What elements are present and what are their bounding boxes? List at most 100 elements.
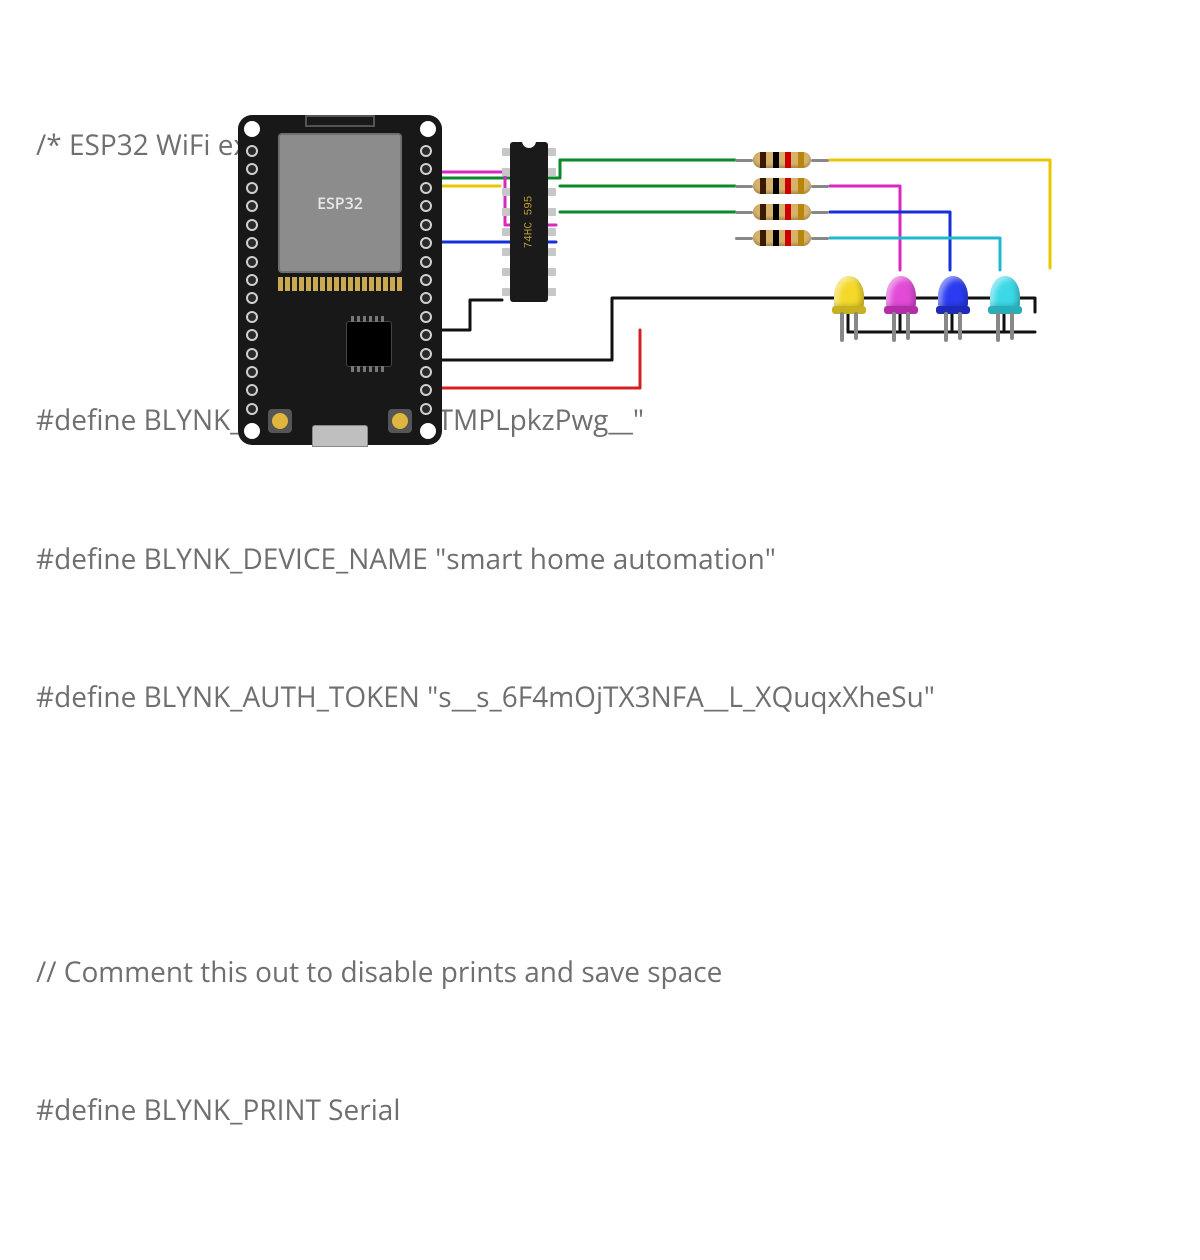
resistor-lead[interactable] xyxy=(811,237,829,240)
led-flange xyxy=(936,306,970,314)
code-line: #define BLYNK_TEMPLATE_ID "TMPLpkzPwg__" xyxy=(36,397,1164,443)
code-blank xyxy=(36,812,1164,856)
dip-pins-right[interactable] xyxy=(548,148,556,296)
resistor-lead[interactable] xyxy=(735,159,753,162)
ic-pin[interactable] xyxy=(502,188,510,196)
ic-pin[interactable] xyxy=(502,208,510,216)
ic-pin[interactable] xyxy=(502,148,510,156)
led-cathode[interactable] xyxy=(1010,312,1014,340)
micro-usb-port[interactable] xyxy=(312,425,368,447)
pin[interactable] xyxy=(246,182,258,194)
pin[interactable] xyxy=(420,237,432,249)
resistor-lead[interactable] xyxy=(811,159,829,162)
code-blank xyxy=(36,1225,1164,1260)
resistor-body xyxy=(753,178,811,194)
code-line: #define BLYNK_AUTH_TOKEN "s__s_6F4mOjTX3… xyxy=(36,674,1164,720)
resistor-lead[interactable] xyxy=(735,237,753,240)
ic-pin[interactable] xyxy=(502,268,510,276)
pin-header-right[interactable] xyxy=(420,145,434,415)
led-anode[interactable] xyxy=(840,312,844,342)
pin[interactable] xyxy=(246,163,258,175)
pin[interactable] xyxy=(420,256,432,268)
pin[interactable] xyxy=(246,329,258,341)
pin[interactable] xyxy=(246,292,258,304)
mounting-hole xyxy=(244,423,260,439)
resistor-lead[interactable] xyxy=(735,211,753,214)
code-line: #define BLYNK_PRINT Serial xyxy=(36,1087,1164,1133)
resistor-lead[interactable] xyxy=(811,185,829,188)
ic-pin[interactable] xyxy=(548,248,556,256)
shift-register-74hc595[interactable]: 74HC 595 xyxy=(510,142,548,302)
ic-pin[interactable] xyxy=(548,148,556,156)
code-line: /* ESP32 WiFi example */ xyxy=(36,122,1164,168)
resistor[interactable] xyxy=(735,228,829,248)
resistor-body xyxy=(753,152,811,168)
resistor-lead[interactable] xyxy=(811,211,829,214)
ic-label: 74HC 595 xyxy=(523,196,535,249)
pin[interactable] xyxy=(420,163,432,175)
pin[interactable] xyxy=(420,329,432,341)
pin[interactable] xyxy=(246,366,258,378)
pin[interactable] xyxy=(420,348,432,360)
led-cathode[interactable] xyxy=(906,312,910,340)
ic-pin[interactable] xyxy=(548,208,556,216)
pin[interactable] xyxy=(420,384,432,396)
pin[interactable] xyxy=(246,219,258,231)
pin[interactable] xyxy=(246,403,258,415)
pin[interactable] xyxy=(420,145,432,157)
resistor-lead[interactable] xyxy=(735,185,753,188)
ic-pin[interactable] xyxy=(502,288,510,296)
pin[interactable] xyxy=(246,311,258,323)
esp32-board[interactable]: ESP32 xyxy=(238,115,442,445)
mounting-hole xyxy=(420,423,436,439)
ic-pin[interactable] xyxy=(502,248,510,256)
pin[interactable] xyxy=(420,292,432,304)
resistor[interactable] xyxy=(735,202,829,222)
pin[interactable] xyxy=(246,256,258,268)
code-snippet: /* ESP32 WiFi example */ #define BLYNK_T… xyxy=(36,30,1164,1260)
pin[interactable] xyxy=(246,145,258,157)
dip-pins-left[interactable] xyxy=(502,148,510,296)
mounting-hole xyxy=(420,121,436,137)
led-anode[interactable] xyxy=(996,312,1000,342)
led-bulb xyxy=(990,276,1020,310)
led[interactable] xyxy=(936,276,970,328)
pin[interactable] xyxy=(420,200,432,212)
ic-pin[interactable] xyxy=(502,168,510,176)
pin[interactable] xyxy=(420,182,432,194)
led-anode[interactable] xyxy=(944,312,948,342)
ic-pin[interactable] xyxy=(548,168,556,176)
pin[interactable] xyxy=(420,219,432,231)
pin[interactable] xyxy=(246,384,258,396)
resistor[interactable] xyxy=(735,150,829,170)
pin[interactable] xyxy=(246,200,258,212)
pin[interactable] xyxy=(246,274,258,286)
antenna-icon xyxy=(305,115,375,127)
ic-pin[interactable] xyxy=(548,188,556,196)
ic-pin[interactable] xyxy=(548,288,556,296)
pin[interactable] xyxy=(420,366,432,378)
esp32-module: ESP32 xyxy=(278,133,402,273)
led-bulb xyxy=(886,276,916,310)
led[interactable] xyxy=(988,276,1022,328)
led-anode[interactable] xyxy=(892,312,896,342)
resistor[interactable] xyxy=(735,176,829,196)
led-cathode[interactable] xyxy=(854,312,858,340)
led[interactable] xyxy=(884,276,918,328)
en-button[interactable] xyxy=(268,409,292,433)
led-cathode[interactable] xyxy=(958,312,962,340)
led-flange xyxy=(884,306,918,314)
led[interactable] xyxy=(832,276,866,328)
ic-pin[interactable] xyxy=(502,228,510,236)
pin[interactable] xyxy=(420,274,432,286)
resistor-body xyxy=(753,230,811,246)
ic-pin[interactable] xyxy=(548,228,556,236)
pin[interactable] xyxy=(420,403,432,415)
ic-pin[interactable] xyxy=(548,268,556,276)
boot-button[interactable] xyxy=(388,409,412,433)
pin[interactable] xyxy=(246,237,258,249)
pin[interactable] xyxy=(420,311,432,323)
pin[interactable] xyxy=(246,348,258,360)
pin-header-left[interactable] xyxy=(246,145,260,415)
usb-serial-chip xyxy=(346,321,392,367)
